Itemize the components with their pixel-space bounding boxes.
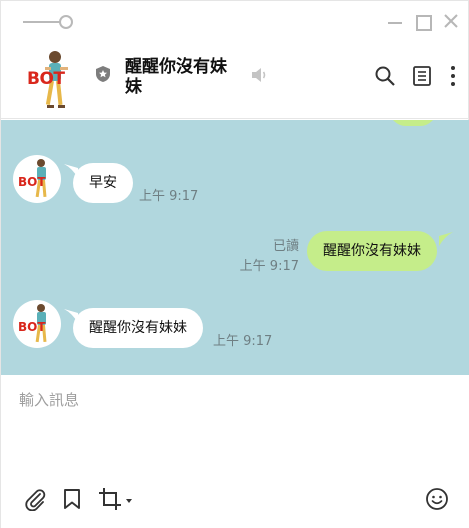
message-time: 上午 9:17 <box>213 334 273 349</box>
more-vertical-icon <box>451 66 455 86</box>
close-icon <box>444 14 458 28</box>
read-status: 已讀 <box>272 239 299 254</box>
message-bubble-incoming[interactable]: 醒醒你沒有妹妹 <box>73 308 203 348</box>
svg-text:BOT: BOT <box>18 175 46 189</box>
notes-button[interactable] <box>411 65 433 87</box>
minimize-button[interactable] <box>387 13 403 29</box>
bot-avatar-image: BOT <box>18 304 47 343</box>
message-list[interactable]: BOT 早安 上午 9:17 已讀 上午 9:17 醒醒你沒有妹妹 BOT 醒醒… <box>1 120 469 375</box>
title-bar <box>1 1 469 39</box>
sender-avatar[interactable]: BOT <box>13 155 61 203</box>
chat-window: BOT 醒醒你沒有妹妹 BOT 早安 上午 9:17 已讀 上午 9:17 醒醒… <box>0 0 469 528</box>
paperclip-icon <box>25 489 46 512</box>
bot-label: BOT <box>27 69 65 89</box>
message-input-area[interactable]: 輸入訊息 <box>1 375 469 528</box>
chat-header: BOT 醒醒你沒有妹妹 <box>1 39 469 119</box>
notes-icon <box>413 66 431 86</box>
chat-title: 醒醒你沒有妹妹 <box>125 57 227 97</box>
sender-avatar[interactable]: BOT <box>13 300 61 348</box>
more-options-button[interactable] <box>445 65 467 87</box>
search-icon <box>375 66 395 86</box>
emoji-button[interactable] <box>425 487 449 511</box>
opacity-slider-track[interactable] <box>23 21 63 23</box>
bot-avatar-image: BOT <box>18 159 47 198</box>
svg-text:BOT: BOT <box>18 320 46 334</box>
bookmark-icon <box>64 489 80 509</box>
search-button[interactable] <box>374 65 396 87</box>
message-time: 上午 9:17 <box>239 259 299 274</box>
message-input[interactable]: 輸入訊息 <box>19 389 79 410</box>
close-button[interactable] <box>443 13 459 29</box>
previous-message-bubble <box>389 120 437 126</box>
screenshot-button[interactable] <box>98 487 122 511</box>
message-bubble-outgoing[interactable]: 醒醒你沒有妹妹 <box>307 231 437 271</box>
shield-icon <box>95 65 111 83</box>
smiley-icon <box>426 488 448 510</box>
maximize-button[interactable] <box>415 13 432 31</box>
speaker-icon[interactable] <box>251 67 269 83</box>
bubble-tail <box>439 232 453 246</box>
attach-button[interactable] <box>23 487 47 512</box>
message-bubble-incoming[interactable]: 早安 <box>73 163 133 203</box>
opacity-slider-handle[interactable] <box>59 15 73 29</box>
message-time: 上午 9:17 <box>139 189 199 204</box>
crop-icon <box>99 488 121 510</box>
chevron-down-icon[interactable] <box>125 497 133 505</box>
chat-avatar[interactable]: BOT <box>25 47 73 111</box>
keep-button[interactable] <box>60 487 84 511</box>
